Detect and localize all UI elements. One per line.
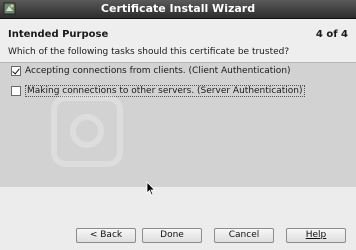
wizard-header: Intended Purpose 4 of 4 Which of the fol… [0, 19, 356, 63]
mouse-cursor-icon [146, 181, 156, 196]
help-button[interactable]: Help [286, 228, 346, 243]
back-button[interactable]: < Back [76, 228, 136, 243]
server-auth-checkbox[interactable] [11, 85, 21, 96]
window-title: Certificate Install Wizard [100, 2, 256, 15]
client-auth-label: Accepting connections from clients. (Cli… [25, 65, 291, 76]
section-title: Intended Purpose [8, 29, 109, 40]
title-bar[interactable]: Certificate Install Wizard [0, 0, 356, 19]
step-indicator: 4 of 4 [315, 29, 348, 40]
client-auth-checkbox[interactable] [11, 65, 21, 76]
watermark-icon [51, 95, 123, 167]
done-button[interactable]: Done [142, 228, 202, 243]
client-auth-option[interactable]: Accepting connections from clients. (Cli… [11, 64, 291, 77]
question-text: Which of the following tasks should this… [8, 47, 290, 57]
cancel-button[interactable]: Cancel [214, 228, 274, 243]
